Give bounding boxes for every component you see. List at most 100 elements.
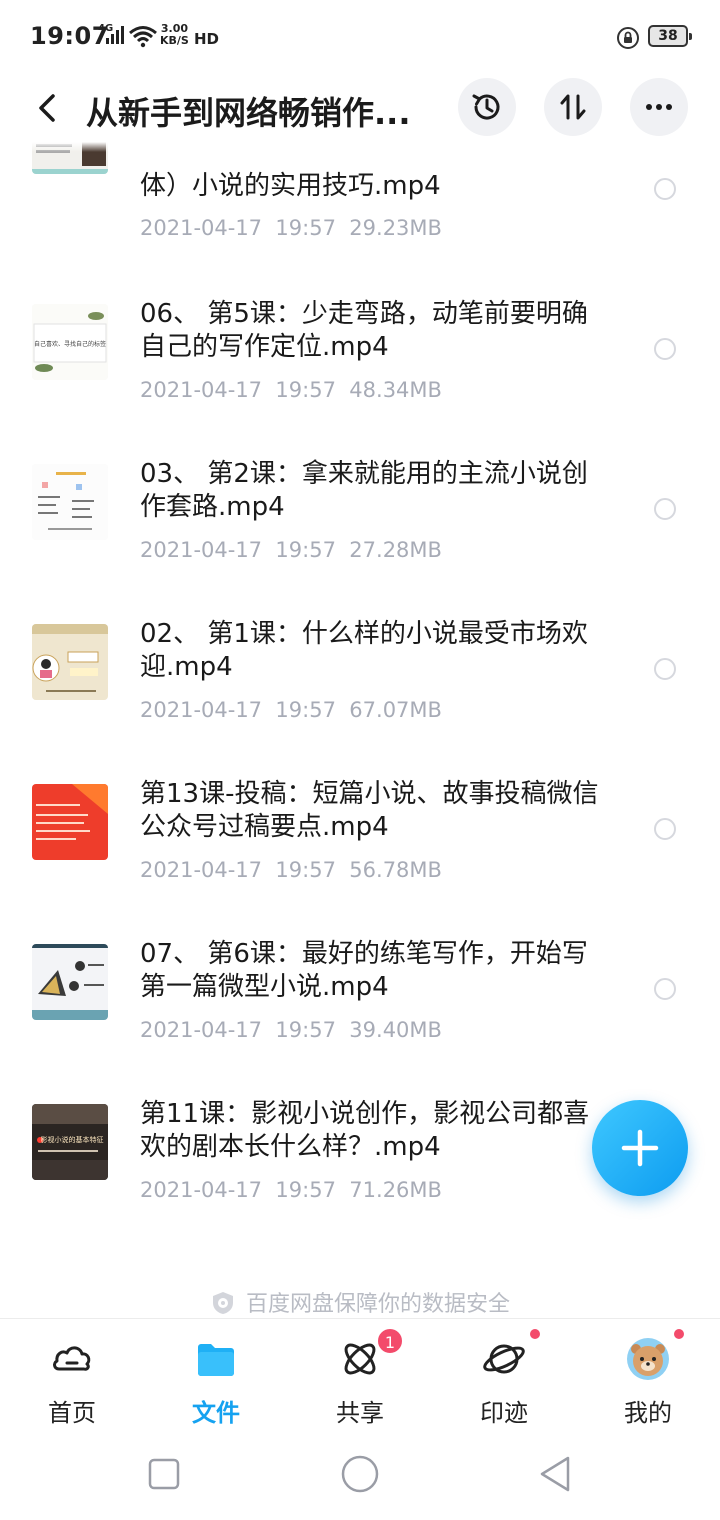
file-thumbnail [32, 624, 108, 700]
file-time: 19:57 [275, 216, 336, 240]
file-meta: 2021-04-17 19:57 39.40MB [140, 1018, 442, 1042]
nav-files[interactable]: 文件 [144, 1319, 288, 1435]
notification-dot [528, 1327, 542, 1341]
shield-icon [212, 1292, 233, 1314]
file-name: 第11课：影视小说创作，影视公司都喜欢的剧本长什么样？.mp4 [140, 1099, 590, 1162]
file-date: 2021-04-17 [140, 538, 263, 562]
avatar-icon [627, 1338, 669, 1380]
nav-label: 印迹 [480, 1399, 528, 1427]
security-note: 百度网盘保障你的数据安全 [0, 1286, 720, 1318]
file-date: 2021-04-17 [140, 1178, 263, 1202]
file-meta: 2021-04-17 19:57 56.78MB [140, 858, 442, 882]
file-size: 27.28MB [349, 538, 442, 562]
file-name: 第13课-投稿：短篇小说、故事投稿微信公众号过稿要点.mp4 [140, 779, 599, 842]
select-radio[interactable] [654, 338, 676, 360]
nav-me[interactable]: 我的 [576, 1319, 720, 1435]
file-date: 2021-04-17 [140, 698, 263, 722]
wifi-icon [129, 26, 157, 48]
select-radio[interactable] [654, 978, 676, 1000]
select-radio[interactable] [654, 178, 676, 200]
security-text: 百度网盘保障你的数据安全 [245, 1292, 510, 1317]
file-size: 71.26MB [349, 1178, 442, 1202]
history-icon [472, 94, 500, 120]
file-size: 67.07MB [349, 698, 442, 722]
nav-label: 文件 [192, 1399, 240, 1427]
file-name: 06、 第5课：少走弯路，动笔前要明确自己的写作定位.mp4 [140, 299, 588, 362]
battery-indicator: 38 [648, 25, 692, 47]
nav-label: 我的 [624, 1399, 672, 1427]
file-meta: 2021-04-17 19:57 48.34MB [140, 378, 442, 402]
rotation-lock-icon [617, 27, 639, 49]
scroll-fade [0, 142, 720, 152]
header: 从新手到网络畅销作... [0, 76, 720, 142]
file-size: 56.78MB [349, 858, 442, 882]
file-date: 2021-04-17 [140, 1018, 263, 1042]
file-time: 19:57 [275, 1018, 336, 1042]
add-button[interactable] [592, 1100, 688, 1196]
file-list[interactable]: 04、 第3课：新媒体小说（新媒 体）小说的实用技巧.mp4 2021-04-1… [0, 142, 720, 1262]
folder-icon [198, 1344, 234, 1376]
file-time: 19:57 [275, 538, 336, 562]
notification-dot [672, 1327, 686, 1341]
file-date: 2021-04-17 [140, 858, 263, 882]
file-size: 48.34MB [349, 378, 442, 402]
file-name: 体）小说的实用技巧.mp4 [140, 171, 441, 201]
file-time: 19:57 [275, 1178, 336, 1202]
thumb-text: 影视小说的基本特征 [41, 1135, 104, 1144]
plus-icon [621, 1129, 659, 1167]
select-radio[interactable] [654, 658, 676, 680]
speed-unit: KB/S [160, 34, 189, 47]
status-bar: 19:07 4G 3.00 KB/S HD 38 [0, 0, 720, 76]
file-thumbnail: 自己喜欢、寻找自己的标签 [32, 304, 108, 380]
file-meta: 2021-04-17 19:57 67.07MB [140, 698, 442, 722]
bottom-nav: 首页 文件 1 共享 印迹 我的 [0, 1318, 720, 1434]
sort-button[interactable] [544, 78, 602, 136]
system-navigation [0, 1434, 720, 1520]
back-arrow-icon [39, 94, 55, 122]
more-button[interactable] [630, 78, 688, 136]
file-time: 19:57 [275, 858, 336, 882]
file-row[interactable]: 第13课-投稿：短篇小说、故事投稿微信公众号过稿要点.mp4 2021-04-1… [0, 768, 720, 928]
select-radio[interactable] [654, 498, 676, 520]
nav-traces[interactable]: 印迹 [432, 1319, 576, 1435]
file-name: 02、 第1课：什么样的小说最受市场欢迎.mp4 [140, 619, 588, 682]
back-triangle-icon[interactable] [536, 1454, 576, 1494]
nav-home[interactable]: 首页 [0, 1319, 144, 1435]
file-thumbnail: 影视小说的基本特征 [32, 1104, 108, 1180]
history-button[interactable] [458, 78, 516, 136]
recent-apps-icon[interactable] [144, 1454, 184, 1494]
file-size: 29.23MB [349, 216, 442, 240]
file-row[interactable]: 02、 第1课：什么样的小说最受市场欢迎.mp4 2021-04-17 19:5… [0, 608, 720, 768]
network-speed: 3.00 KB/S [160, 23, 189, 47]
file-time: 19:57 [275, 378, 336, 402]
more-icon [646, 104, 672, 110]
file-size: 39.40MB [349, 1018, 442, 1042]
file-thumbnail [32, 944, 108, 1020]
file-row[interactable]: 自己喜欢、寻找自己的标签 06、 第5课：少走弯路，动笔前要明确自己的写作定位.… [0, 288, 720, 448]
notification-badge: 1 [376, 1327, 404, 1355]
sort-icon [560, 94, 586, 120]
nav-label: 首页 [48, 1399, 96, 1427]
planet-icon [483, 1344, 525, 1374]
file-date: 2021-04-17 [140, 378, 263, 402]
back-button[interactable] [28, 88, 68, 128]
nav-share[interactable]: 1 共享 [288, 1319, 432, 1435]
home-circle-icon[interactable] [340, 1454, 380, 1494]
thumb-text: 自己喜欢、寻找自己的标签 [34, 340, 106, 348]
file-thumbnail [32, 784, 108, 860]
file-meta: 2021-04-17 19:57 27.28MB [140, 538, 442, 562]
file-name: 07、 第6课：最好的练笔写作，开始写第一篇微型小说.mp4 [140, 939, 588, 1002]
file-date: 2021-04-17 [140, 216, 263, 240]
signal-icon [106, 26, 124, 44]
file-name: 03、 第2课：拿来就能用的主流小说创作套路.mp4 [140, 459, 588, 522]
file-meta: 2021-04-17 19:57 29.23MB [140, 216, 442, 240]
home-icon [53, 1346, 91, 1371]
file-meta: 2021-04-17 19:57 71.26MB [140, 1178, 442, 1202]
file-time: 19:57 [275, 698, 336, 722]
file-thumbnail [32, 464, 108, 540]
file-row[interactable]: 03、 第2课：拿来就能用的主流小说创作套路.mp4 2021-04-17 19… [0, 448, 720, 608]
file-row[interactable]: 07、 第6课：最好的练笔写作，开始写第一篇微型小说.mp4 2021-04-1… [0, 928, 720, 1088]
nav-label: 共享 [336, 1399, 384, 1427]
select-radio[interactable] [654, 818, 676, 840]
hd-indicator: HD [194, 30, 220, 48]
